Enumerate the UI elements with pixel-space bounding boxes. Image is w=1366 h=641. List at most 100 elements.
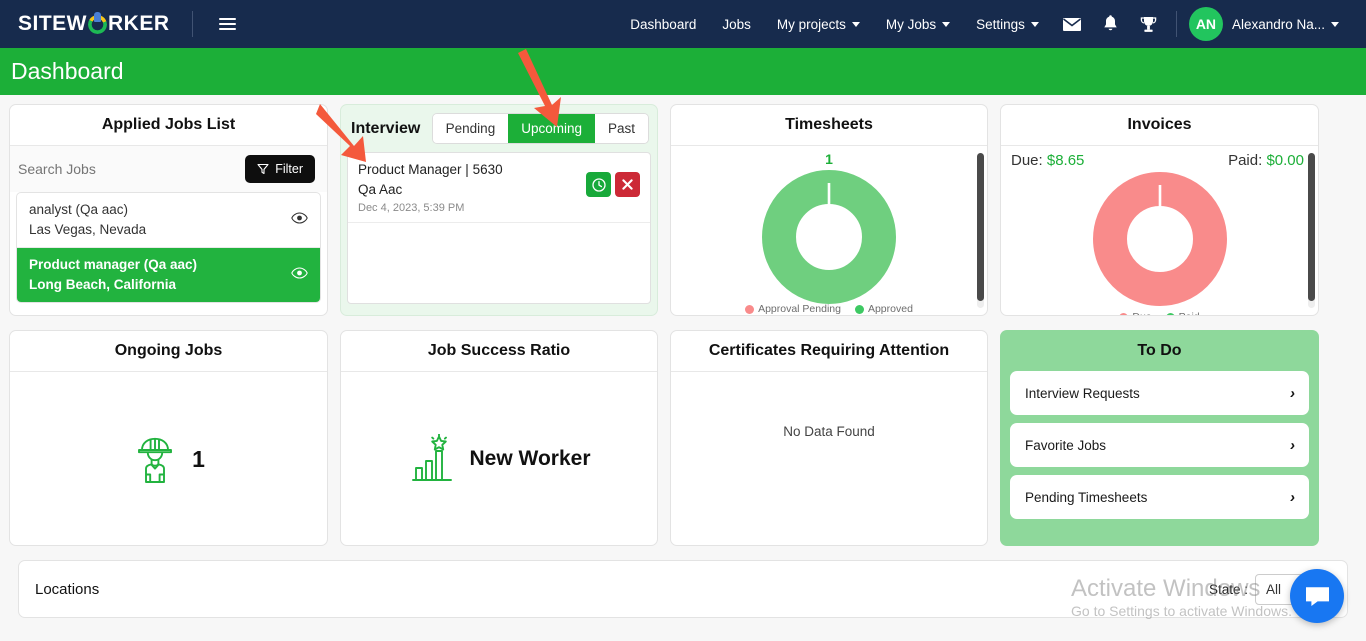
invoices-legend: Due Paid [1001,311,1318,315]
list-item[interactable]: analyst (Qa aac) Las Vegas, Nevada [17,193,320,247]
brand-text: SITEW RKER [18,11,170,36]
chat-bubble-button[interactable] [1290,569,1344,623]
cancel-interview-button[interactable] [615,172,640,197]
job-success-ratio-card: Job Success Ratio New Worker [340,330,658,546]
clock-icon [591,177,606,192]
chevron-down-icon [942,21,951,27]
interview-actions [586,172,640,197]
timesheets-title: Timesheets [671,105,987,146]
chevron-down-icon [1331,21,1339,27]
chevron-down-icon [1030,21,1039,27]
nav-link-jobs-label: Jobs [722,16,751,32]
reschedule-button[interactable] [586,172,611,197]
applied-jobs-list: analyst (Qa aac) Las Vegas, Nevada Produ… [16,192,321,304]
todo-card: To Do Interview Requests › Favorite Jobs… [1000,330,1319,546]
legend-item-approval-pending: Approval Pending [745,303,841,315]
job-success-body: New Worker [341,372,657,545]
certificates-body: No Data Found [671,372,987,545]
invoices-donut [1001,169,1318,306]
user-name-label: Alexandro Na... [1231,16,1325,32]
legend-item-approved: Approved [854,303,913,315]
chat-bubble-icon [1305,586,1329,606]
todo-item-label: Favorite Jobs [1025,437,1107,453]
legend-swatch [1165,312,1175,315]
interview-title: Interview [351,119,421,137]
nav-link-my-projects[interactable]: My projects [764,11,873,38]
bar-chart-star-icon [411,434,452,481]
page-title: Dashboard [11,58,124,84]
legend-label: Due [1132,311,1151,315]
brand-logo[interactable]: SITEW RKER [18,11,170,36]
legend-swatch [1119,312,1129,315]
bell-icon[interactable] [1092,9,1129,40]
legend-swatch [854,304,864,314]
timesheets-scrollbar[interactable] [977,153,984,308]
invoices-summary: Due: $8.65 Paid: $0.00 [1001,146,1318,169]
state-label: State : [1208,581,1248,597]
search-input[interactable] [18,161,198,177]
interview-datetime: Dec 4, 2023, 5:39 PM [358,201,465,214]
nav-link-settings-label: Settings [976,16,1025,32]
timesheets-legend: Approval Pending Approved [671,303,987,315]
ongoing-jobs-title: Ongoing Jobs [10,331,327,372]
nav-divider [1175,11,1177,37]
interview-card: Interview Pending Upcoming Past Product … [340,104,658,316]
filter-button-label: Filter [275,162,303,176]
legend-item-paid: Paid [1165,311,1200,315]
certificates-card: Certificates Requiring Attention No Data… [670,330,988,546]
brand-text-part2: RKER [108,12,170,35]
job-location: Long Beach, California [29,276,177,292]
ongoing-jobs-body: 1 [10,372,327,545]
list-item[interactable]: Product manager (Qa aac) Long Beach, Cal… [17,247,320,303]
invoices-scrollbar[interactable] [1308,153,1315,308]
todo-item-label: Pending Timesheets [1025,489,1148,505]
invoices-paid: Paid: $0.00 [1228,152,1304,169]
filter-button[interactable]: Filter [245,155,315,183]
todo-item-favorite-jobs[interactable]: Favorite Jobs › [1010,423,1309,467]
ongoing-jobs-count: 1 [192,445,205,472]
eye-icon[interactable] [291,211,308,228]
todo-item-interview-requests[interactable]: Interview Requests › [1010,371,1309,415]
legend-label: Paid [1179,311,1200,315]
avatar[interactable]: AN [1188,7,1223,41]
legend-label: Approved [867,303,913,315]
locations-title: Locations [35,580,100,598]
invoices-paid-value: $0.00 [1266,152,1304,169]
invoices-due-label: Due: [1011,152,1043,169]
timesheets-chart: 1 Approval Pending Approved [671,146,987,315]
invoices-chart: Due: $8.65 Paid: $0.00 [1001,146,1318,315]
nav-link-my-jobs-label: My Jobs [885,16,937,32]
close-icon [622,179,633,190]
todo-item-pending-timesheets[interactable]: Pending Timesheets › [1010,475,1309,519]
nav-link-jobs[interactable]: Jobs [709,11,764,38]
tab-past[interactable]: Past [594,114,648,143]
filter-icon [257,163,269,175]
timesheets-donut [671,146,987,304]
trophy-icon[interactable] [1129,9,1168,40]
chevron-right-icon: › [1290,436,1295,454]
interview-job-title: Product Manager | 5630 [358,162,503,177]
certificates-title: Certificates Requiring Attention [671,331,987,372]
interview-row: Product Manager | 5630 Qa Aac Dec 4, 202… [348,153,650,223]
mail-icon[interactable] [1052,11,1092,38]
applied-jobs-search-bar: Filter [10,146,327,192]
nav-divider [191,11,193,37]
legend-label: Approval Pending [758,303,841,315]
dashboard-row-2: Ongoing Jobs 1 Job Success Ratio New Wor… [9,330,1357,546]
applied-jobs-card: Applied Jobs List Filter analyst (Qa aac… [9,104,328,316]
chevron-right-icon: › [1290,384,1295,402]
interview-tabs: Pending Upcoming Past [431,113,649,144]
tab-upcoming[interactable]: Upcoming [508,114,595,143]
interview-header: Interview Pending Upcoming Past [341,105,657,152]
job-title: analyst (Qa aac) [29,202,129,217]
nav-link-my-jobs[interactable]: My Jobs [873,11,963,38]
nav-link-settings[interactable]: Settings [963,11,1052,38]
user-menu[interactable]: Alexandro Na... [1223,11,1352,38]
tab-pending[interactable]: Pending [432,114,509,143]
hamburger-icon[interactable] [215,14,240,34]
nav-right-group: Dashboard Jobs My projects My Jobs Setti… [617,7,1352,41]
eye-icon[interactable] [291,266,308,283]
nav-link-dashboard-label: Dashboard [630,16,697,32]
ongoing-jobs-card: Ongoing Jobs 1 [9,330,328,546]
nav-link-dashboard[interactable]: Dashboard [617,11,709,38]
